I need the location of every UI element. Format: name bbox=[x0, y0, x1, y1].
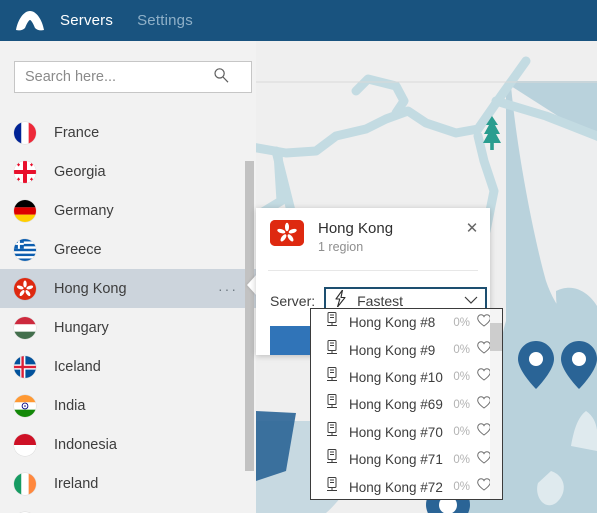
sidebar-item-germany[interactable]: Germany bbox=[0, 191, 256, 230]
server-name: Hong Kong #71 bbox=[349, 452, 443, 468]
server-rack-icon bbox=[325, 339, 349, 361]
heart-outline-icon[interactable] bbox=[477, 396, 491, 414]
server-label: Server: bbox=[270, 293, 316, 309]
server-rack-icon bbox=[325, 394, 349, 415]
sidebar-item-israel[interactable]: Israel bbox=[0, 503, 256, 513]
sidebar-item-iceland[interactable]: Iceland bbox=[0, 347, 256, 386]
search-box[interactable] bbox=[14, 61, 252, 93]
list-item[interactable]: Hong Kong #8 0% bbox=[311, 309, 491, 336]
server-dropdown-list[interactable]: Hong Kong #8 0% Hong Kong #9 0% Hong Kon… bbox=[310, 308, 503, 500]
list-item[interactable]: Hong Kong #9 0% bbox=[311, 336, 491, 363]
list-item[interactable]: Hong Kong #69 0% bbox=[311, 391, 491, 418]
server-load: 0% bbox=[453, 453, 470, 466]
flag-indonesia-icon bbox=[14, 433, 36, 456]
popup-divider bbox=[268, 270, 478, 271]
dropdown-scrollbar[interactable] bbox=[490, 309, 502, 499]
list-item[interactable]: Hong Kong #70 0% bbox=[311, 419, 491, 446]
server-rack-icon bbox=[325, 449, 349, 470]
sidebar: France Georg bbox=[0, 41, 256, 513]
popup-subtitle: 1 region bbox=[318, 240, 364, 254]
country-label: Georgia bbox=[54, 163, 106, 180]
sidebar-item-georgia[interactable]: Georgia bbox=[0, 152, 256, 191]
sidebar-item-hungary[interactable]: Hungary bbox=[0, 308, 256, 347]
nordvpn-window: Servers Settings Search here... France G… bbox=[0, 0, 597, 513]
sidebar-item-ireland[interactable]: Ireland bbox=[0, 464, 256, 503]
flag-ireland-icon bbox=[14, 472, 36, 495]
country-list[interactable]: France Georgia Germany Greece Hong Kong … bbox=[0, 113, 256, 513]
flag-hong-kong-icon bbox=[14, 277, 36, 300]
country-label: Iceland bbox=[54, 358, 101, 375]
sidebar-scrollbar[interactable] bbox=[245, 113, 254, 513]
country-label: India bbox=[54, 397, 86, 414]
flag-iceland-icon bbox=[14, 355, 36, 378]
list-item[interactable]: Hong Kong #10 0% bbox=[311, 364, 491, 391]
row-options-dots-icon[interactable]: ··· bbox=[218, 281, 238, 297]
server-name: Hong Kong #70 bbox=[349, 424, 443, 440]
sidebar-item-hong-kong[interactable]: Hong Kong ··· bbox=[0, 269, 256, 308]
flag-georgia-icon bbox=[14, 160, 36, 183]
flag-greece-icon bbox=[14, 238, 36, 261]
app-header: Servers Settings bbox=[0, 0, 597, 41]
heart-outline-icon[interactable] bbox=[477, 423, 491, 441]
server-select-value: Fastest bbox=[357, 293, 404, 309]
server-rack-icon bbox=[325, 366, 349, 388]
server-load: 0% bbox=[453, 371, 470, 384]
list-item[interactable]: Hong Kong #71 0% bbox=[311, 446, 491, 473]
country-label: Hungary bbox=[54, 319, 109, 336]
heart-outline-icon[interactable] bbox=[477, 450, 491, 469]
list-item[interactable]: Hong Kong #72 0% bbox=[311, 473, 491, 499]
sidebar-item-india[interactable]: India bbox=[0, 386, 256, 425]
search-icon bbox=[213, 67, 229, 88]
tab-servers[interactable]: Servers bbox=[60, 12, 113, 29]
flag-hungary-icon bbox=[14, 316, 36, 339]
tab-settings[interactable]: Settings bbox=[137, 12, 193, 29]
server-name: Hong Kong #72 bbox=[349, 479, 443, 495]
popup-title: Hong Kong bbox=[318, 220, 394, 237]
heart-outline-icon[interactable] bbox=[477, 478, 491, 496]
server-name: Hong Kong #9 bbox=[349, 342, 436, 358]
country-label: Hong Kong bbox=[54, 280, 127, 297]
country-label: France bbox=[54, 124, 100, 141]
server-name: Hong Kong #10 bbox=[349, 369, 443, 385]
server-load: 0% bbox=[453, 481, 470, 494]
server-rack-icon bbox=[325, 476, 349, 498]
server-name: Hong Kong #8 bbox=[349, 315, 436, 331]
server-load: 0% bbox=[453, 426, 470, 439]
country-label: Ireland bbox=[54, 475, 99, 492]
flag-hong-kong-card-icon bbox=[270, 220, 304, 246]
server-load: 0% bbox=[453, 398, 470, 411]
heart-outline-icon[interactable] bbox=[477, 368, 491, 386]
sidebar-item-indonesia[interactable]: Indonesia bbox=[0, 425, 256, 464]
server-load: 0% bbox=[453, 316, 470, 329]
country-label: Greece bbox=[54, 241, 102, 258]
sidebar-scrollbar-thumb[interactable] bbox=[245, 161, 254, 471]
popup-header: Hong Kong 1 region ✕ bbox=[256, 208, 490, 254]
close-icon[interactable]: ✕ bbox=[464, 221, 480, 237]
server-name: Hong Kong #69 bbox=[349, 397, 443, 413]
heart-outline-icon[interactable] bbox=[477, 341, 491, 359]
flag-india-icon bbox=[14, 394, 36, 417]
server-rack-icon bbox=[325, 312, 349, 333]
dropdown-scrollbar-thumb[interactable] bbox=[490, 323, 502, 351]
heart-outline-icon[interactable] bbox=[477, 313, 491, 332]
dropdown-items: Hong Kong #8 0% Hong Kong #9 0% Hong Kon… bbox=[311, 309, 491, 499]
sidebar-item-greece[interactable]: Greece bbox=[0, 230, 256, 269]
search-input[interactable] bbox=[23, 68, 213, 86]
country-label: Germany bbox=[54, 202, 114, 219]
sidebar-item-france[interactable]: France bbox=[0, 113, 256, 152]
flag-france-icon bbox=[14, 121, 36, 144]
flag-germany-icon bbox=[14, 199, 36, 222]
server-load: 0% bbox=[453, 344, 470, 357]
nordvpn-logo-icon bbox=[0, 0, 60, 41]
country-label: Indonesia bbox=[54, 436, 117, 453]
server-rack-icon bbox=[325, 421, 349, 443]
